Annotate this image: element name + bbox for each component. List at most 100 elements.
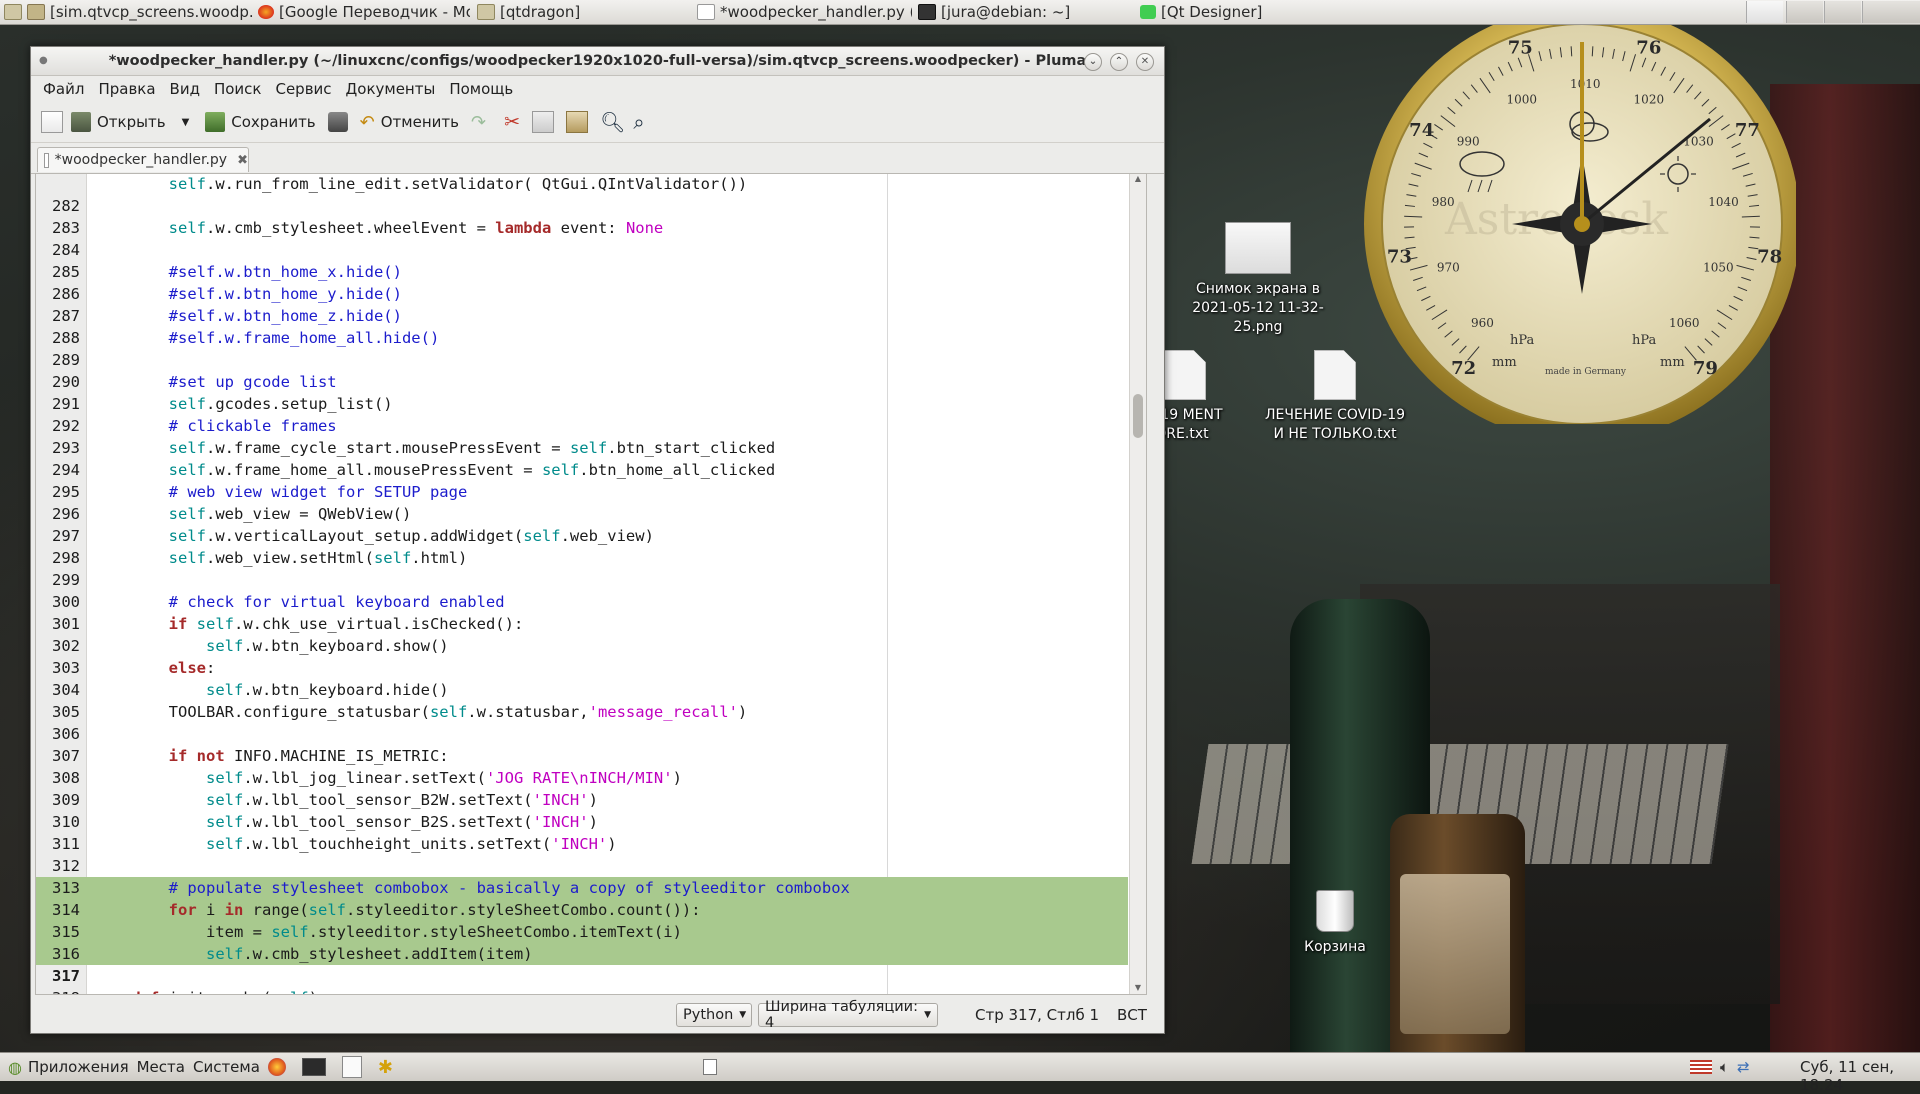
code-editor[interactable]: self.w.run_from_line_edit.setValidator( … bbox=[35, 173, 1147, 995]
code-line[interactable]: 303 else: bbox=[36, 657, 1146, 679]
workspace-3[interactable] bbox=[1862, 1, 1920, 23]
task-google-translate[interactable]: [Google Переводчик - Mo... bbox=[258, 1, 470, 23]
task-pluma[interactable]: *woodpecker_handler.py (... bbox=[697, 1, 912, 23]
task-sim-qtvcp[interactable]: [sim.qtvcp_screens.woodp... bbox=[4, 1, 254, 23]
menu-file[interactable]: Файл bbox=[43, 80, 84, 98]
desktop-icon-screenshot[interactable]: Снимок экрана в 2021-05-12 11-32-25.png bbox=[1188, 222, 1328, 337]
code-line[interactable]: 297 self.w.verticalLayout_setup.addWidge… bbox=[36, 525, 1146, 547]
code-line[interactable]: 307 if not INFO.MACHINE_IS_METRIC: bbox=[36, 745, 1146, 767]
close-icon[interactable]: ✕ bbox=[1136, 53, 1154, 71]
terminal-launcher[interactable] bbox=[302, 1058, 326, 1076]
code-line[interactable]: 287 #self.w.btn_home_z.hide() bbox=[36, 305, 1146, 327]
scroll-up-icon[interactable]: ▲ bbox=[1130, 174, 1146, 183]
firefox-launcher[interactable] bbox=[268, 1058, 286, 1076]
code-line[interactable]: 317 bbox=[36, 965, 1146, 987]
code-line[interactable]: 314 for i in range(self.styleeditor.styl… bbox=[36, 899, 1128, 921]
cut-button[interactable]: ✂ bbox=[504, 106, 520, 138]
workspace-1[interactable] bbox=[1786, 1, 1823, 23]
line-number: 306 bbox=[36, 723, 80, 745]
code-line[interactable]: 298 self.web_view.setHtml(self.html) bbox=[36, 547, 1146, 569]
code-line[interactable]: 300 # check for virtual keyboard enabled bbox=[36, 591, 1146, 613]
code-line[interactable]: 290 #set up gcode list bbox=[36, 371, 1146, 393]
us-flag-icon[interactable] bbox=[1690, 1060, 1712, 1074]
mate-logo-icon: ◍ bbox=[8, 1058, 22, 1077]
code-line[interactable]: 315 item = self.styleeditor.styleSheetCo… bbox=[36, 921, 1128, 943]
tab-width-selector[interactable]: Ширина табуляции: 4 ▼ bbox=[758, 1003, 938, 1027]
code-line[interactable]: 286 #self.w.btn_home_y.hide() bbox=[36, 283, 1146, 305]
code-line[interactable]: 295 # web view widget for SETUP page bbox=[36, 481, 1146, 503]
close-tab-icon[interactable]: ✖ bbox=[237, 153, 248, 168]
code-line[interactable]: 301 if self.w.chk_use_virtual.isChecked(… bbox=[36, 613, 1146, 635]
applications-menu[interactable]: ◍ Приложения bbox=[8, 1058, 129, 1077]
scrollbar-thumb[interactable] bbox=[1133, 394, 1143, 438]
code-line[interactable]: 294 self.w.frame_home_all.mousePressEven… bbox=[36, 459, 1146, 481]
workspace-2[interactable] bbox=[1824, 1, 1861, 23]
code-line[interactable]: 305 TOOLBAR.configure_statusbar(self.w.s… bbox=[36, 701, 1146, 723]
undo-button[interactable]: ↶ Отменить bbox=[360, 106, 459, 138]
code-line[interactable]: 311 self.w.lbl_touchheight_units.setText… bbox=[36, 833, 1146, 855]
code-line[interactable]: 312 bbox=[36, 855, 1146, 877]
tab-woodpecker-handler[interactable]: *woodpecker_handler.py ✖ bbox=[37, 147, 249, 172]
volume-icon[interactable]: 🔈︎ bbox=[1720, 1058, 1729, 1076]
system-menu[interactable]: Система bbox=[193, 1058, 260, 1076]
replace-button[interactable]: ⌕ bbox=[633, 106, 644, 138]
menu-view[interactable]: Вид bbox=[170, 80, 200, 98]
code-line[interactable]: 306 bbox=[36, 723, 1146, 745]
vertical-scrollbar[interactable]: ▲ ▼ bbox=[1129, 174, 1146, 994]
maximize-icon[interactable]: ⌃ bbox=[1110, 53, 1128, 71]
code-line[interactable]: 285 #self.w.btn_home_x.hide() bbox=[36, 261, 1146, 283]
language-selector[interactable]: Python ▼ bbox=[676, 1003, 752, 1027]
code-line[interactable]: 318 def init_probe(self): bbox=[36, 987, 1146, 995]
find-button[interactable]: 🔍︎ bbox=[600, 106, 625, 138]
code-line[interactable]: 313 # populate stylesheet combobox - bas… bbox=[36, 877, 1128, 899]
code-line[interactable]: 302 self.w.btn_keyboard.show() bbox=[36, 635, 1146, 657]
code-text: self.w.btn_keyboard.show() bbox=[94, 635, 449, 657]
task-terminal[interactable]: [jura@debian: ~] bbox=[918, 1, 1128, 23]
copy-button[interactable] bbox=[532, 106, 554, 138]
scroll-down-icon[interactable]: ▼ bbox=[1130, 983, 1146, 992]
code-line[interactable]: 296 self.web_view = QWebView() bbox=[36, 503, 1146, 525]
menu-search[interactable]: Поиск bbox=[214, 80, 262, 98]
pluma-launcher[interactable] bbox=[342, 1056, 362, 1078]
menu-help[interactable]: Помощь bbox=[449, 80, 513, 98]
app-launcher[interactable]: ✱ bbox=[378, 1057, 393, 1078]
code-line[interactable]: 284 bbox=[36, 239, 1146, 261]
menu-edit[interactable]: Правка bbox=[98, 80, 155, 98]
save-button[interactable]: Сохранить bbox=[205, 106, 315, 138]
code-line[interactable]: 308 self.w.lbl_jog_linear.setText('JOG R… bbox=[36, 767, 1146, 789]
new-button[interactable] bbox=[41, 106, 63, 138]
redo-button[interactable]: ↷ bbox=[471, 106, 486, 138]
network-icon[interactable]: ⇄ bbox=[1737, 1058, 1750, 1076]
menu-documents[interactable]: Документы bbox=[346, 80, 436, 98]
code-line[interactable]: 291 self.gcodes.setup_list() bbox=[36, 393, 1146, 415]
code-line[interactable]: 310 self.w.lbl_tool_sensor_B2S.setText('… bbox=[36, 811, 1146, 833]
code-line[interactable]: 289 bbox=[36, 349, 1146, 371]
task-qtdragon[interactable]: [qtdragon] bbox=[477, 1, 687, 23]
code-line[interactable]: 293 self.w.frame_cycle_start.mousePressE… bbox=[36, 437, 1146, 459]
minimize-icon[interactable]: ⌄ bbox=[1084, 53, 1102, 71]
desktop-icon-trash[interactable]: Корзина bbox=[1265, 890, 1405, 957]
code-line[interactable]: 316 self.w.cmb_stylesheet.addItem(item) bbox=[36, 943, 1128, 965]
clock[interactable]: Суб, 11 сен, 18:24 bbox=[1800, 1058, 1920, 1094]
chevron-down-icon[interactable]: ▼ bbox=[182, 117, 190, 128]
code-line[interactable]: 304 self.w.btn_keyboard.hide() bbox=[36, 679, 1146, 701]
line-number: 308 bbox=[36, 767, 80, 789]
code-line[interactable]: 292 # clickable frames bbox=[36, 415, 1146, 437]
show-desktop-button[interactable] bbox=[703, 1059, 717, 1075]
code-line-partial[interactable]: self.w.run_from_line_edit.setValidator( … bbox=[36, 173, 1146, 195]
tray-pluma-icon[interactable] bbox=[1746, 1, 1783, 23]
print-button[interactable] bbox=[328, 106, 348, 138]
window-menu-icon[interactable]: ● bbox=[39, 47, 48, 75]
menu-tools[interactable]: Сервис bbox=[275, 80, 331, 98]
code-line[interactable]: 282 bbox=[36, 195, 1146, 217]
open-button[interactable]: Открыть ▼ bbox=[71, 106, 189, 138]
paste-button[interactable] bbox=[566, 106, 588, 138]
task-qt-designer[interactable]: [Qt Designer] bbox=[1140, 1, 1350, 23]
code-line[interactable]: 283 self.w.cmb_stylesheet.wheelEvent = l… bbox=[36, 217, 1146, 239]
code-line[interactable]: 288 #self.w.frame_home_all.hide() bbox=[36, 327, 1146, 349]
window-titlebar[interactable]: ● *woodpecker_handler.py (~/linuxcnc/con… bbox=[31, 47, 1164, 76]
code-line[interactable]: 299 bbox=[36, 569, 1146, 591]
places-menu[interactable]: Места bbox=[137, 1058, 185, 1076]
code-line[interactable]: 309 self.w.lbl_tool_sensor_B2W.setText('… bbox=[36, 789, 1146, 811]
terminal-icon bbox=[918, 4, 936, 20]
